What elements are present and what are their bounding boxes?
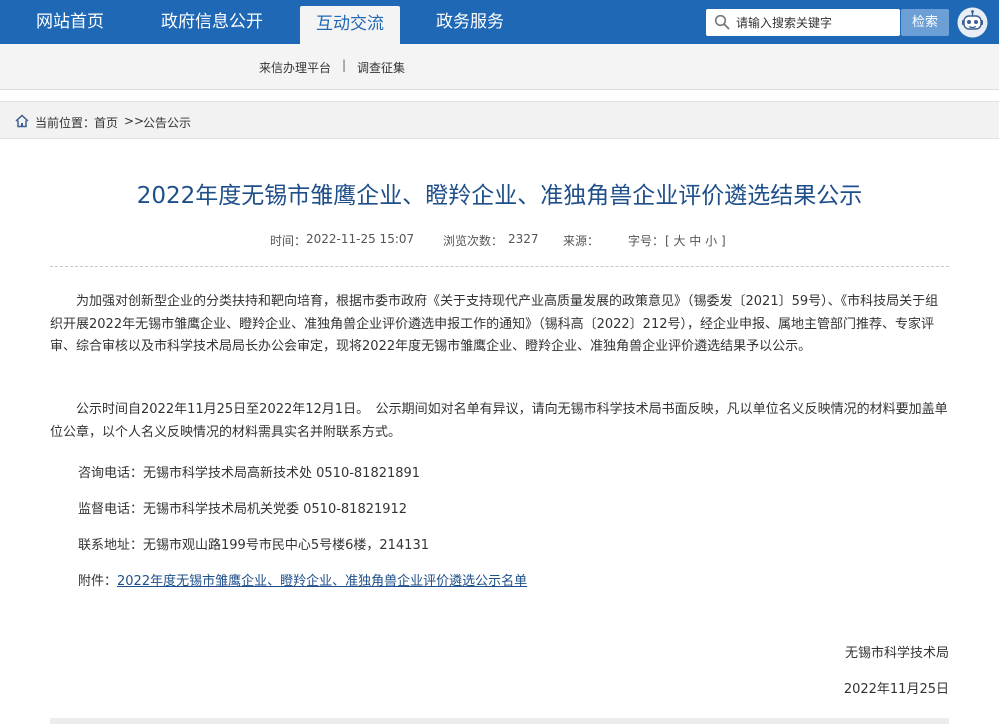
meta-views-label: 浏览次数： xyxy=(443,234,504,248)
search-button[interactable]: 检索 xyxy=(901,9,949,36)
nav-item-home[interactable]: 网站首页 xyxy=(14,0,126,44)
breadcrumb-current[interactable]: 公告公示 xyxy=(143,114,191,131)
robot-icon[interactable] xyxy=(957,7,988,38)
breadcrumb-separator: >> xyxy=(124,114,145,128)
font-size-selector[interactable]: [ 大 中 小 ] xyxy=(665,232,726,249)
article-paragraph-2: 公示时间自2022年11月25日至2022年12月1日。 公示期间如对名单有异议… xyxy=(50,402,948,440)
footer-strip xyxy=(50,718,949,724)
attachment-link[interactable]: 2022年度无锡市雏鹰企业、瞪羚企业、准独角兽企业评价遴选公示名单 xyxy=(117,574,527,589)
nav-item-gov-info[interactable]: 政府信息公开 xyxy=(142,0,282,44)
home-icon xyxy=(15,114,29,128)
subnav-separator: | xyxy=(342,58,347,72)
search-box xyxy=(706,9,900,36)
meta-time-label: 时间： xyxy=(270,234,307,248)
breadcrumb: 当前位置： 首页 >> 公告公示 xyxy=(0,101,999,139)
consult-phone: 咨询电话：无锡市科学技术局高新技术处 0510-81821891 xyxy=(78,466,421,481)
subnav-item-letters[interactable]: 来信办理平台 xyxy=(259,59,331,76)
sub-navigation: 来信办理平台 | 调查征集 xyxy=(0,44,999,90)
nav-item-services[interactable]: 政务服务 xyxy=(420,0,520,44)
title-divider xyxy=(50,266,949,267)
attachment-label: 附件： xyxy=(78,574,118,589)
meta-time-value: 2022-11-25 15:07 xyxy=(306,232,415,246)
breadcrumb-home-link[interactable]: 首页 xyxy=(94,114,118,131)
subnav-item-survey[interactable]: 调查征集 xyxy=(357,59,405,76)
breadcrumb-prefix: 当前位置： xyxy=(35,116,96,130)
publish-date: 2022年11月25日 xyxy=(843,682,949,697)
meta-font-label: 字号： xyxy=(628,234,665,248)
contact-address: 联系地址：无锡市观山路199号市民中心5号楼6楼，214131 xyxy=(78,538,429,553)
article-paragraph-1: 为加强对创新型企业的分类扶持和靶向培育，根据市委市政府《关于支持现代产业高质量发… xyxy=(50,294,939,354)
meta-views-value: 2327 xyxy=(508,232,539,246)
attachment-line: 附件：2022年度无锡市雏鹰企业、瞪羚企业、准独角兽企业评价遴选公示名单 xyxy=(78,570,527,589)
article-title: 2022年度无锡市雏鹰企业、瞪羚企业、准独角兽企业评价遴选结果公示 xyxy=(136,183,863,209)
top-navigation: 网站首页 政府信息公开 互动交流 政务服务 检索 xyxy=(0,0,999,44)
meta-source-label: 来源： xyxy=(563,234,600,248)
supervise-phone: 监督电话：无锡市科学技术局机关党委 0510-81821912 xyxy=(78,502,408,517)
search-icon xyxy=(714,14,730,30)
signer: 无锡市科学技术局 xyxy=(844,646,949,661)
search-input[interactable] xyxy=(736,13,896,32)
nav-item-interaction[interactable]: 互动交流 xyxy=(300,6,400,44)
